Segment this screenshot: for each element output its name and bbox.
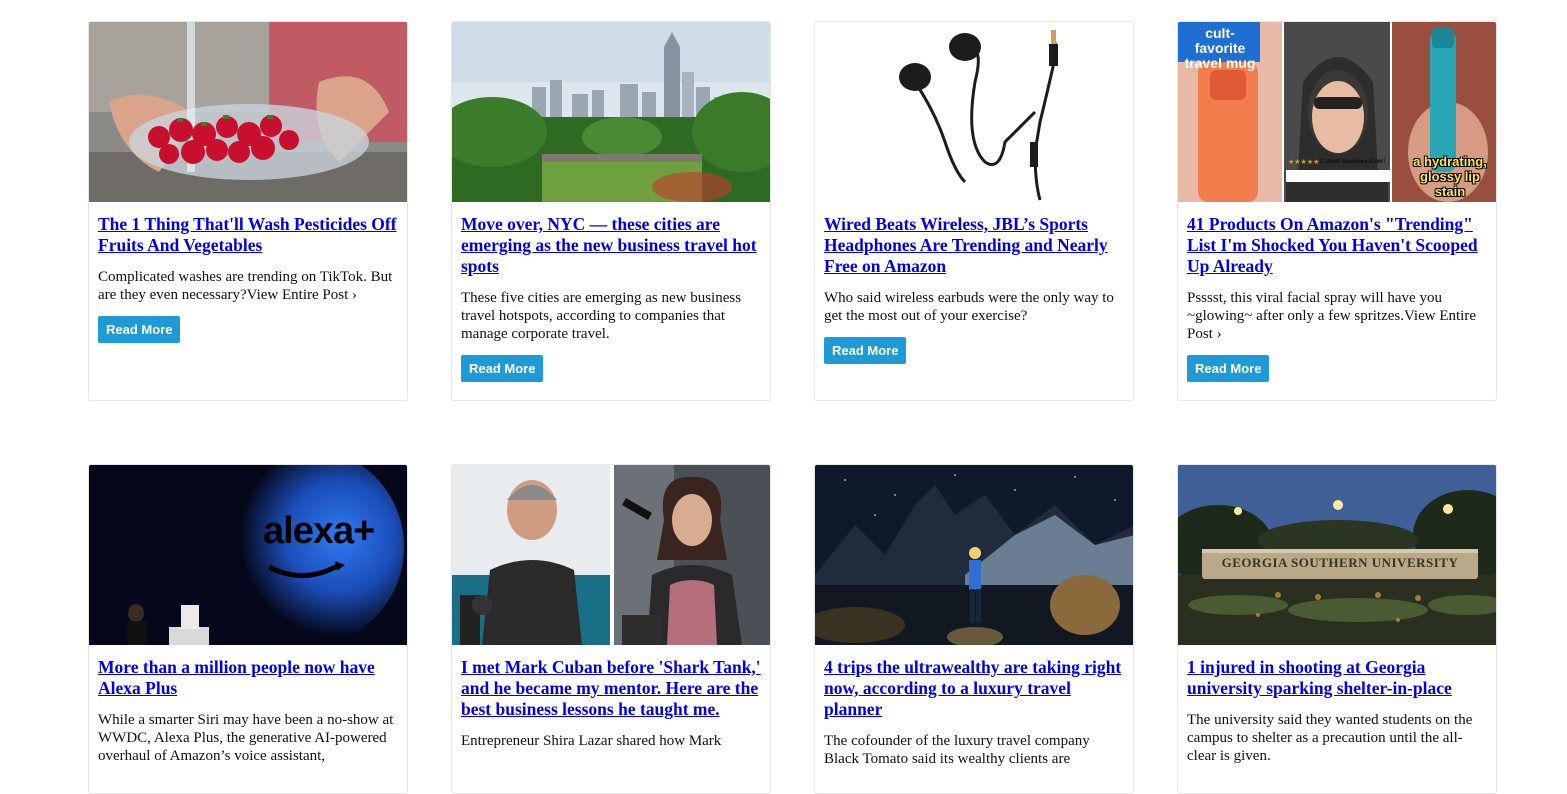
article-thumbnail[interactable] [452, 465, 770, 645]
article-card: The 1 Thing That'll Wash Pesticides Off … [88, 21, 408, 401]
read-more-button[interactable]: Read More [461, 355, 544, 382]
article-description: While a smarter Siri may have been a no-… [98, 712, 394, 764]
university-sign-text: GEORGIA SOUTHERN UNIVERSITY [1221, 555, 1459, 570]
article-title-link[interactable]: Move over, NYC — these cities are emergi… [461, 214, 761, 277]
article-description: These five cities are emerging as new bu… [461, 290, 742, 342]
alexa-logo-text: alexa+ [263, 510, 375, 552]
article-thumbnail[interactable] [815, 22, 1133, 202]
article-title-link[interactable]: 4 trips the ultrawealthy are taking righ… [824, 657, 1124, 720]
article-title-link[interactable]: I met Mark Cuban before 'Shark Tank,' an… [461, 657, 761, 720]
article-title-link[interactable]: Wired Beats Wireless, JBL’s Sports Headp… [824, 214, 1124, 277]
mug-caption: cult-favorite travel mug [1184, 25, 1256, 71]
read-more-button[interactable]: Read More [98, 316, 181, 343]
read-more-button[interactable]: Read More [824, 337, 907, 364]
article-thumbnail[interactable]: alexa+ [89, 465, 407, 645]
article-description: The cofounder of the luxury travel compa… [824, 733, 1090, 767]
article-card: I met Mark Cuban before 'Shark Tank,' an… [451, 464, 771, 794]
article-card: Move over, NYC — these cities are emergi… [451, 21, 771, 401]
article-description: Who said wireless earbuds were the only … [824, 290, 1114, 324]
article-description: Entrepreneur Shira Lazar shared how Mark [461, 733, 722, 749]
article-card: cult-favorite travel mug ★★★★★ Cutest Su… [1177, 21, 1497, 401]
article-title-link[interactable]: 41 Products On Amazon's "Trending" List … [1187, 214, 1487, 277]
article-description: Complicated washes are trending on TikTo… [98, 269, 393, 303]
article-title-link[interactable]: The 1 Thing That'll Wash Pesticides Off … [98, 214, 398, 256]
article-thumbnail[interactable]: cult-favorite travel mug ★★★★★ Cutest Su… [1178, 22, 1496, 202]
article-thumbnail[interactable] [815, 465, 1133, 645]
article-card: Wired Beats Wireless, JBL’s Sports Headp… [814, 21, 1134, 401]
article-thumbnail[interactable] [89, 22, 407, 202]
article-grid: The 1 Thing That'll Wash Pesticides Off … [0, 0, 1567, 794]
article-card: GEORGIA SOUTHERN UNIVERSITY 1 injured in… [1177, 464, 1497, 794]
article-title-link[interactable]: 1 injured in shooting at Georgia univers… [1187, 657, 1487, 699]
article-description: The university said they wanted students… [1187, 712, 1473, 764]
article-description: Psssst, this viral facial spray will hav… [1187, 290, 1476, 342]
sunnies-stars: ★★★★★ [1288, 158, 1320, 166]
article-card: 4 trips the ultrawealthy are taking righ… [814, 464, 1134, 794]
article-thumbnail[interactable]: GEORGIA SOUTHERN UNIVERSITY [1178, 465, 1496, 645]
article-title-link[interactable]: More than a million people now have Alex… [98, 657, 398, 699]
read-more-button[interactable]: Read More [1187, 355, 1270, 382]
article-card: alexa+ More than a million people now ha… [88, 464, 408, 794]
lip-caption: a hydrating, glossy lip stain [1413, 154, 1487, 199]
article-thumbnail[interactable] [452, 22, 770, 202]
sunnies-caption: Cutest Sunnies Ever! [1320, 158, 1386, 165]
